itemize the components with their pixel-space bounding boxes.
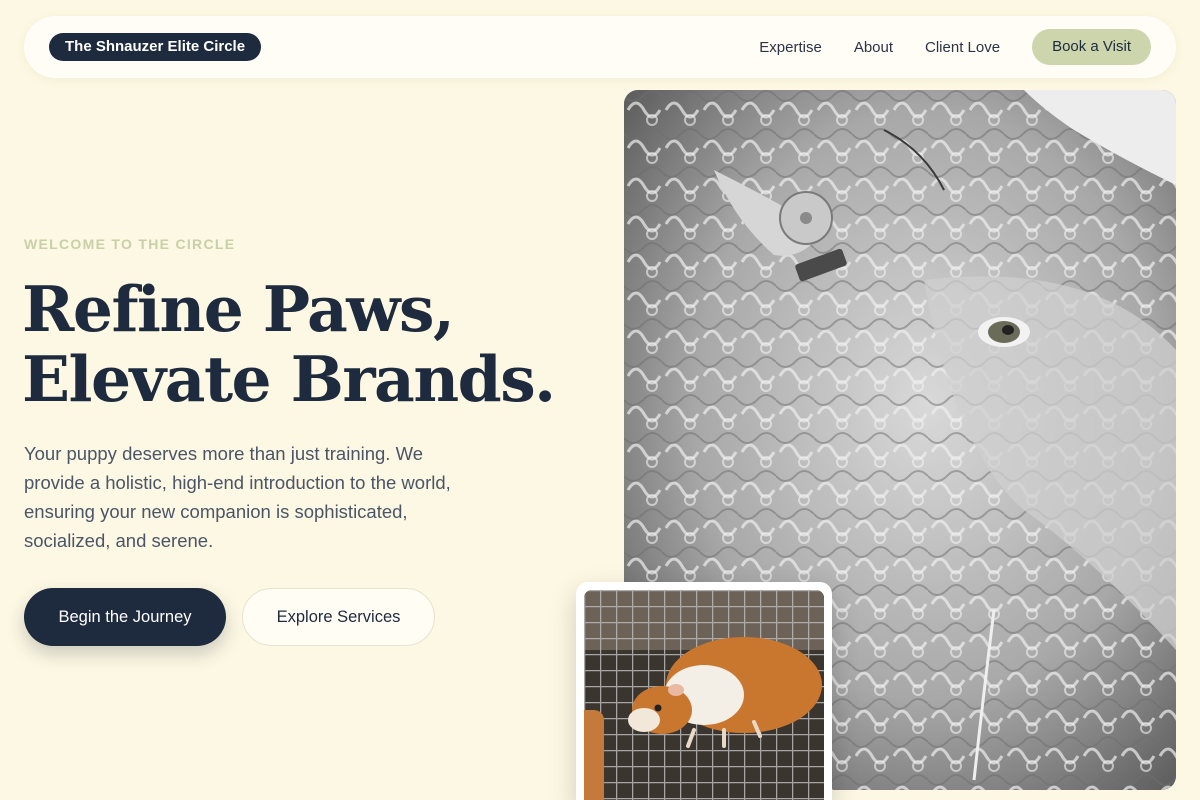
hero-description: Your puppy deserves more than just train…: [24, 443, 451, 551]
nav-link-expertise[interactable]: Expertise: [759, 39, 822, 56]
headline-line-2: Elevate Brands.: [22, 342, 556, 416]
hero-headline: Refine Paws, Elevate Brands.: [22, 272, 556, 416]
nav-links: Expertise About Client Love Book a Visit: [759, 29, 1151, 65]
nav-link-client-love[interactable]: Client Love: [925, 39, 1000, 56]
top-navigation: The Shnauzer Elite Circle Expertise Abou…: [24, 16, 1176, 78]
hero-eyebrow: WELCOME TO THE CIRCLE: [24, 236, 236, 252]
explore-services-button[interactable]: Explore Services: [242, 588, 435, 646]
inset-photo-card: [576, 582, 832, 800]
begin-journey-button[interactable]: Begin the Journey: [24, 588, 226, 646]
brand-logo[interactable]: The Shnauzer Elite Circle: [49, 33, 262, 61]
nav-link-about[interactable]: About: [854, 39, 893, 56]
headline-line-1: Refine Paws,: [22, 272, 455, 346]
guinea-pig-photo: [584, 590, 824, 800]
book-visit-button[interactable]: Book a Visit: [1032, 29, 1151, 65]
